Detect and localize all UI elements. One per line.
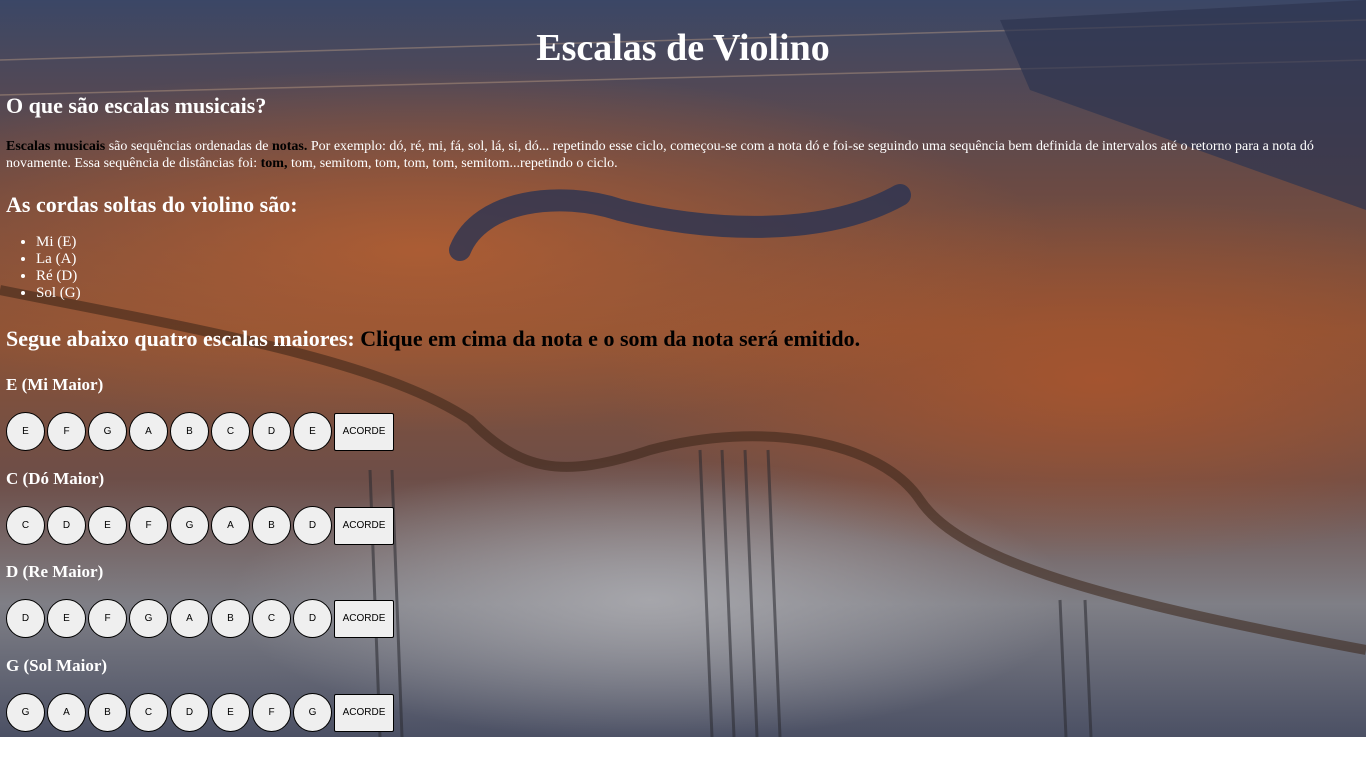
scales-heading-label: Segue abaixo quatro escalas maiores: — [6, 326, 355, 351]
note-button[interactable]: G — [170, 506, 209, 545]
note-button[interactable]: E — [211, 693, 250, 732]
note-button[interactable]: E — [6, 412, 45, 451]
note-button[interactable]: D — [47, 506, 86, 545]
page-content: Escalas de Violino O que são escalas mus… — [0, 0, 1366, 737]
scale-title-c-major: C (Dó Maior) — [6, 469, 105, 488]
intro-text-3: tom, semitom, tom, tom, tom, semitom...r… — [287, 156, 618, 171]
note-button[interactable]: D — [293, 506, 332, 545]
intro-heading: O que são escalas musicais? — [6, 93, 267, 118]
note-button[interactable]: D — [252, 412, 291, 451]
chord-button[interactable]: ACORDE — [334, 599, 394, 638]
scale-row-g-major: G A B C D E F G ACORDE — [6, 693, 394, 732]
note-button[interactable]: B — [211, 599, 250, 638]
note-button[interactable]: G — [88, 412, 127, 451]
note-button[interactable]: C — [129, 693, 168, 732]
note-button[interactable]: F — [88, 599, 127, 638]
note-button[interactable]: B — [88, 693, 127, 732]
chord-button[interactable]: ACORDE — [334, 693, 394, 732]
scale-title-e-major: E (Mi Maior) — [6, 375, 104, 394]
scale-row-e-major: E F G A B C D E ACORDE — [6, 412, 394, 451]
scale-row-c-major: C D E F G A B D ACORDE — [6, 506, 394, 545]
note-button[interactable]: E — [293, 412, 332, 451]
note-button[interactable]: D — [6, 599, 45, 638]
scale-row-d-major: D E F G A B C D ACORDE — [6, 599, 394, 638]
strings-heading: As cordas soltas do violino são: — [6, 192, 298, 217]
page-title: Escalas de Violino — [536, 27, 830, 69]
chord-button[interactable]: ACORDE — [334, 412, 394, 451]
list-item: La (A) — [36, 251, 81, 268]
term-tom: tom, — [260, 156, 288, 171]
note-button[interactable]: A — [170, 599, 209, 638]
note-button[interactable]: A — [129, 412, 168, 451]
term-notas: notas. — [271, 139, 308, 154]
strings-list: Mi (E) La (A) Ré (D) Sol (G) — [0, 234, 81, 302]
scales-instruction: Clique em cima da nota e o som da nota s… — [354, 326, 861, 351]
note-button[interactable]: E — [88, 506, 127, 545]
intro-text-1: são sequências ordenadas de — [105, 139, 272, 154]
list-item: Sol (G) — [36, 285, 81, 302]
term-escalas-musicais: Escalas musicais — [6, 139, 106, 154]
scale-title-g-major: G (Sol Maior) — [6, 656, 108, 675]
note-button[interactable]: B — [252, 506, 291, 545]
note-button[interactable]: G — [129, 599, 168, 638]
scales-heading: Segue abaixo quatro escalas maiores: Cli… — [6, 326, 860, 352]
list-item: Ré (D) — [36, 268, 81, 285]
note-button[interactable]: C — [6, 506, 45, 545]
note-button[interactable]: F — [129, 506, 168, 545]
note-button[interactable]: E — [47, 599, 86, 638]
note-button[interactable]: F — [47, 412, 86, 451]
list-item: Mi (E) — [36, 234, 81, 251]
note-button[interactable]: D — [170, 693, 209, 732]
note-button[interactable]: C — [252, 599, 291, 638]
scale-title-d-major: D (Re Maior) — [6, 562, 104, 581]
note-button[interactable]: C — [211, 412, 250, 451]
note-button[interactable]: B — [170, 412, 209, 451]
note-button[interactable]: G — [6, 693, 45, 732]
note-button[interactable]: D — [293, 599, 332, 638]
note-button[interactable]: A — [211, 506, 250, 545]
chord-button[interactable]: ACORDE — [334, 506, 394, 545]
note-button[interactable]: A — [47, 693, 86, 732]
note-button[interactable]: F — [252, 693, 291, 732]
intro-paragraph: Escalas musicais são sequências ordenada… — [6, 138, 1362, 172]
note-button[interactable]: G — [293, 693, 332, 732]
